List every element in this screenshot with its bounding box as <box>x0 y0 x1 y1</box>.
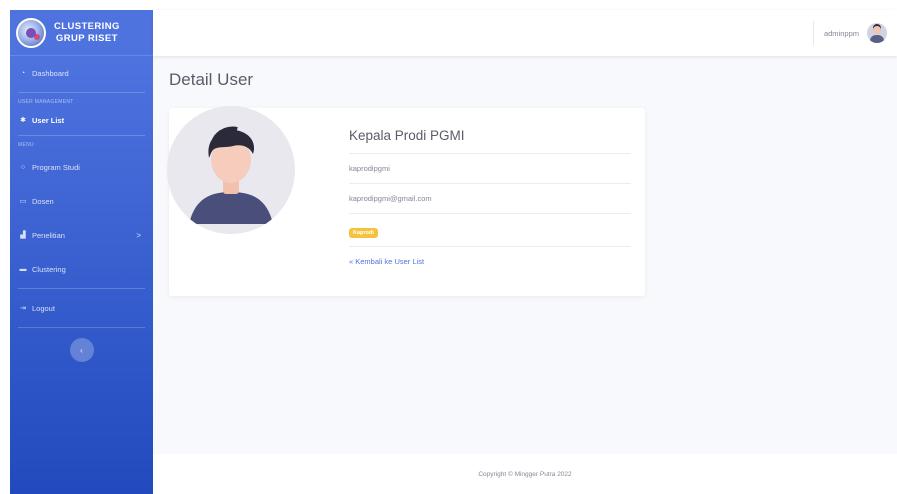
user-username: kaprodipgmi <box>349 154 631 184</box>
content: Detail User Kepala Prodi PGMI kaprodipgm… <box>153 56 897 454</box>
footer: Copyright © Mingger Putra 2022 <box>153 454 897 494</box>
user-full-name: Kepala Prodi PGMI <box>349 128 631 154</box>
sidebar-item-clustering[interactable]: ▬ Clustering <box>10 254 153 284</box>
user-info: Kepala Prodi PGMI kaprodipgmi kaprodipgm… <box>349 128 631 266</box>
brand[interactable]: CLUSTERING GRUP RISET <box>10 10 153 56</box>
sidebar-item-user-list[interactable]: ✱ User List <box>10 109 153 131</box>
sidebar-item-dashboard[interactable]: ◔ Dashboard <box>10 58 153 88</box>
page-title: Detail User <box>169 70 254 89</box>
topbar-username[interactable]: adminppm <box>824 29 859 38</box>
sidebar-toggle-button[interactable]: ‹ <box>69 338 94 362</box>
chevron-right-icon: > <box>136 230 141 240</box>
globe-logo-icon <box>16 17 46 48</box>
sidebar-item-label: User List <box>32 115 65 125</box>
sidebar-item-logout[interactable]: ⇥ Logout <box>10 293 153 323</box>
sidebar-heading-user-management: USER MANAGEMENT <box>18 99 74 105</box>
user-email: kaprodipgmi@gmail.com <box>349 184 631 214</box>
user-avatar-icon[interactable] <box>867 23 887 43</box>
sidebar-item-dosen[interactable]: ▭ Dosen <box>10 186 153 216</box>
user-avatar-illustration <box>167 106 295 234</box>
sidebar-item-label: Clustering <box>32 264 66 274</box>
back-to-user-list-link[interactable]: « Kembali ke User List <box>349 247 631 266</box>
role-badge: Kaprodi <box>349 228 378 238</box>
copyright-text: Copyright © Mingger Putra 2022 <box>478 470 572 478</box>
sidebar-item-label: Dosen <box>32 196 54 206</box>
topbar: adminppm <box>153 10 897 56</box>
sign-out-icon: ⇥ <box>20 305 26 312</box>
sidebar: CLUSTERING GRUP RISET ◔ Dashboard USER M… <box>10 10 153 494</box>
sidebar-item-label: Dashboard <box>32 68 69 78</box>
user-detail-card: Kepala Prodi PGMI kaprodipgmi kaprodipgm… <box>167 106 645 296</box>
sidebar-divider <box>18 288 145 289</box>
chevron-left-icon: ‹ <box>80 345 83 355</box>
sidebar-heading-menu: MENU <box>18 142 34 148</box>
app-window: CLUSTERING GRUP RISET ◔ Dashboard USER M… <box>10 10 897 494</box>
chart-icon: ▟ <box>20 232 26 239</box>
user-cog-icon: ✱ <box>20 117 26 124</box>
topbar-divider <box>812 21 814 45</box>
brand-line-1: CLUSTERING <box>54 20 120 32</box>
sidebar-divider <box>18 92 145 93</box>
brand-line-2: GRUP RISET <box>55 32 118 44</box>
sidebar-divider <box>18 327 145 328</box>
comment-icon: ▭ <box>19 198 27 205</box>
sidebar-item-label: Program Studi <box>32 162 80 172</box>
sidebar-item-label: Logout <box>32 303 55 313</box>
circle-icon: ○ <box>20 163 26 171</box>
sidebar-divider <box>18 135 145 136</box>
tachometer-icon: ◔ <box>20 69 26 77</box>
role-row: Kaprodi <box>349 214 631 247</box>
bar-chart-icon: ▬ <box>19 265 27 273</box>
brand-text: CLUSTERING GRUP RISET <box>54 21 120 45</box>
sidebar-item-program-studi[interactable]: ○ Program Studi <box>10 152 153 182</box>
sidebar-item-label: Penelitian <box>32 230 65 240</box>
sidebar-item-penelitian[interactable]: ▟ Penelitian > <box>10 220 153 250</box>
main-area: adminppm Detail User Kepala Prodi PGMI k… <box>153 10 897 494</box>
